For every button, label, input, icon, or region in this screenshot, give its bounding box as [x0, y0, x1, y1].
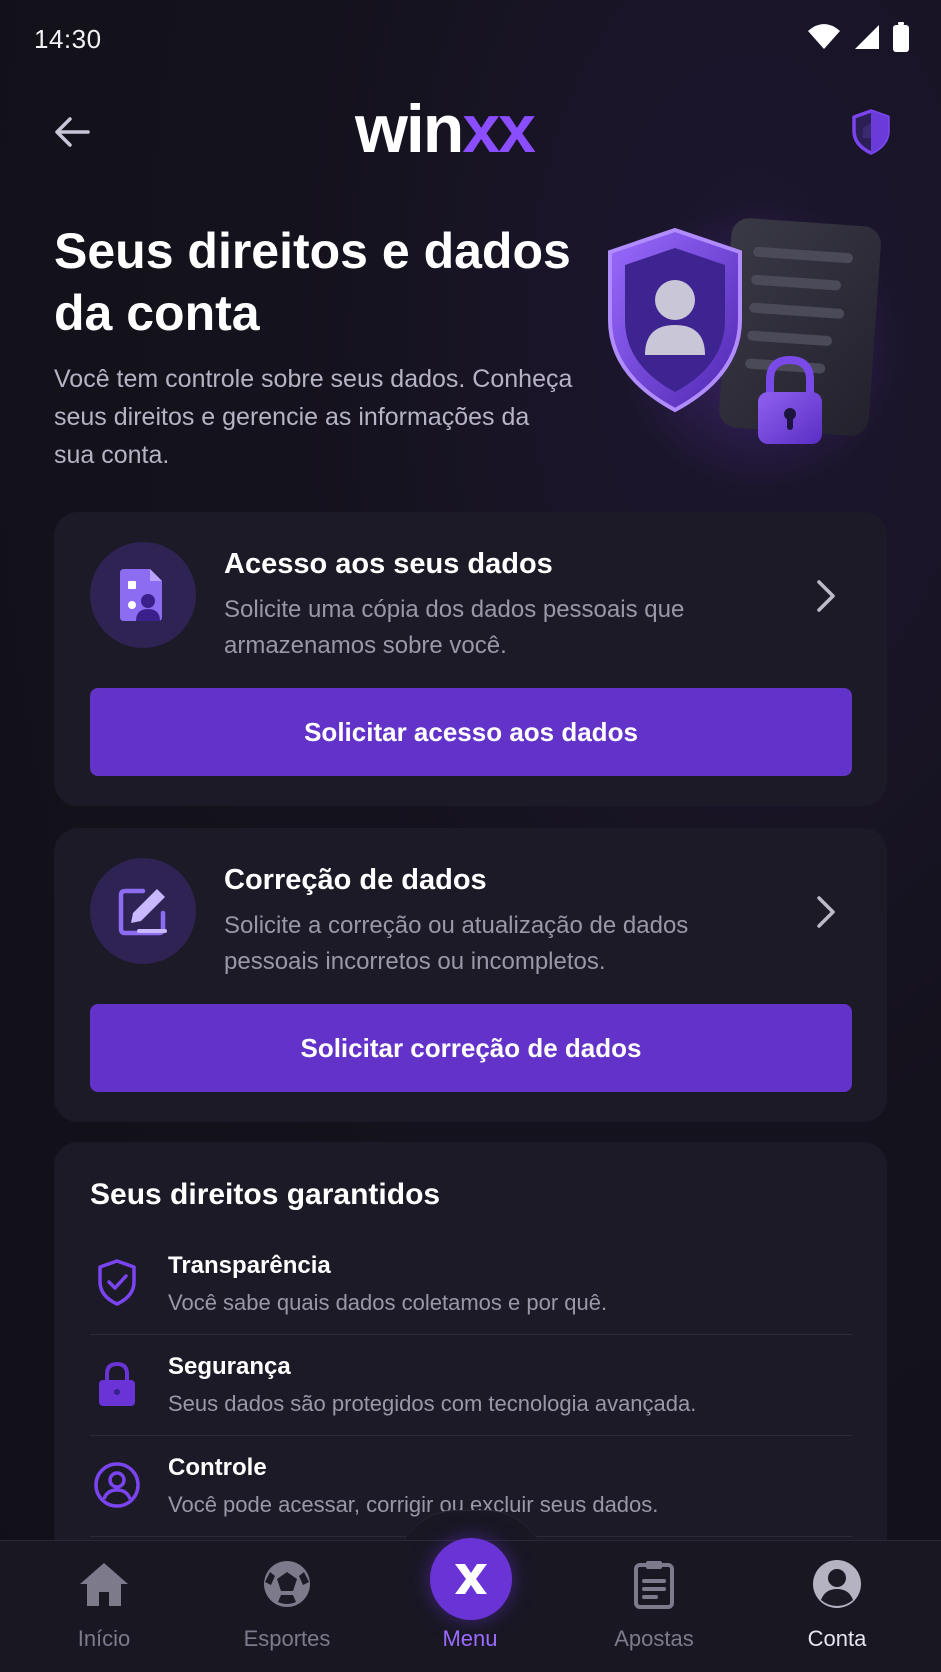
shield-icon — [852, 109, 890, 155]
nav-label: Menu — [442, 1626, 498, 1651]
status-time: 14:30 — [34, 24, 102, 54]
status-bar: 14:30 — [0, 0, 941, 80]
user-circle-icon — [90, 1458, 144, 1512]
menu-icon-spacer — [440, 1554, 500, 1614]
nav-item-menu[interactable]: Menu — [390, 1554, 550, 1664]
wifi-icon — [808, 24, 840, 49]
logo-text-win: win — [355, 91, 464, 167]
page-subtitle: Você tem controle sobre seus dados. Conh… — [54, 365, 573, 469]
rights-item-name: Segurança — [168, 1353, 291, 1380]
shield-check-icon — [90, 1256, 144, 1310]
nav-label: Início — [77, 1626, 131, 1651]
card-title: Acesso aos seus dados — [224, 548, 553, 580]
winxx-logo: winxx — [355, 91, 536, 167]
home-icon — [74, 1554, 134, 1614]
clipboard-icon — [624, 1554, 684, 1614]
page-title: Seus direitos e dados da conta — [54, 223, 571, 341]
top-bar: winxx — [0, 92, 941, 172]
soccer-ball-icon — [257, 1554, 317, 1614]
rights-item-description: Você sabe quais dados coletamos e por qu… — [168, 1290, 608, 1315]
card-guaranteed-rights: Seus direitos garantidos Transparência V… — [54, 1142, 887, 1562]
nav-label: Apostas — [614, 1626, 694, 1651]
nav-item-apostas[interactable]: Apostas — [574, 1554, 734, 1664]
signal-icon — [855, 25, 879, 49]
shield-document-illustration — [608, 218, 881, 444]
back-button[interactable] — [46, 106, 98, 158]
security-shield-button[interactable] — [845, 106, 897, 158]
logo-text-xx: xx — [462, 91, 536, 167]
account-icon — [807, 1554, 867, 1614]
rights-item-description: Você pode acessar, corrigir ou excluir s… — [168, 1492, 659, 1517]
edit-icon — [118, 888, 167, 936]
screen: 14:30 winxx Seus direitos e dados da con… — [0, 0, 941, 1672]
card-data-access: Acesso aos seus dados Solicite uma cópia… — [54, 512, 887, 806]
chevron-right-icon[interactable] — [807, 578, 843, 614]
status-icons — [807, 22, 909, 52]
arrow-left-icon — [55, 117, 90, 147]
chevron-right-icon[interactable] — [807, 894, 843, 930]
document-user-icon — [120, 569, 162, 621]
nav-item-esportes[interactable]: Esportes — [207, 1554, 367, 1664]
card-description: Solicite uma cópia dos dados pessoais qu… — [224, 596, 685, 659]
battery-icon — [893, 22, 909, 52]
rights-item-description: Seus dados são protegidos com tecnologia… — [168, 1391, 697, 1416]
nav-item-conta[interactable]: Conta — [757, 1554, 917, 1664]
data-correction-icon-circle — [90, 858, 196, 964]
card-title: Correção de dados — [224, 864, 487, 896]
rights-item-name: Controle — [168, 1454, 267, 1481]
request-access-button[interactable]: Solicitar acesso aos dados — [90, 688, 852, 776]
rights-list: Transparência Você sabe quais dados cole… — [90, 1234, 852, 1537]
lock-icon — [90, 1357, 144, 1411]
rights-section-title: Seus direitos garantidos — [90, 1178, 441, 1211]
rights-item-transparency: Transparência Você sabe quais dados cole… — [90, 1234, 852, 1335]
rights-item-name: Transparência — [168, 1252, 331, 1279]
card-data-correction: Correção de dados Solicite a correção ou… — [54, 828, 887, 1122]
nav-label: Conta — [807, 1626, 867, 1651]
data-access-icon-circle — [90, 542, 196, 648]
nav-label: Esportes — [243, 1626, 331, 1651]
request-correction-button[interactable]: Solicitar correção de dados — [90, 1004, 852, 1092]
card-description: Solicite a correção ou atualização de da… — [224, 912, 689, 975]
nav-item-inicio[interactable]: Início — [24, 1554, 184, 1664]
rights-item-security: Segurança Seus dados são protegidos com … — [90, 1335, 852, 1436]
